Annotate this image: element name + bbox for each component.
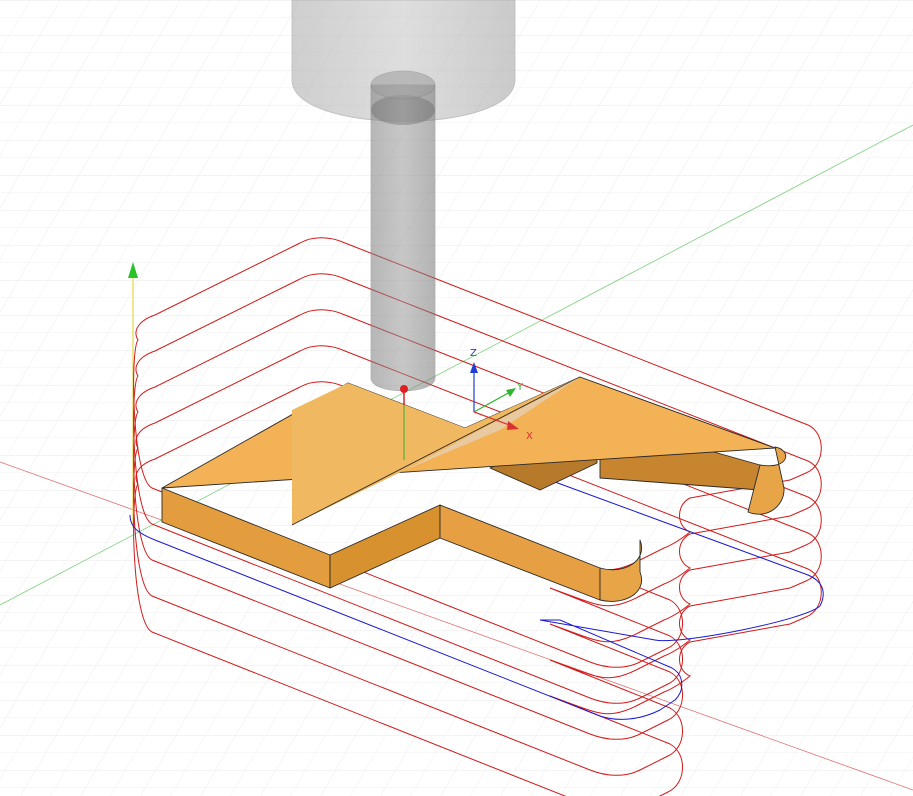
tool-shank <box>370 84 436 392</box>
triad-x-label: X <box>526 431 533 442</box>
ground-grid <box>0 0 913 796</box>
cam-viewport[interactable]: Z Y X <box>0 0 913 796</box>
triad-z-label: Z <box>470 348 477 359</box>
tool-shank-top <box>370 70 436 100</box>
triad-y-label: Y <box>516 382 524 393</box>
tool-tip-icon <box>400 385 408 393</box>
